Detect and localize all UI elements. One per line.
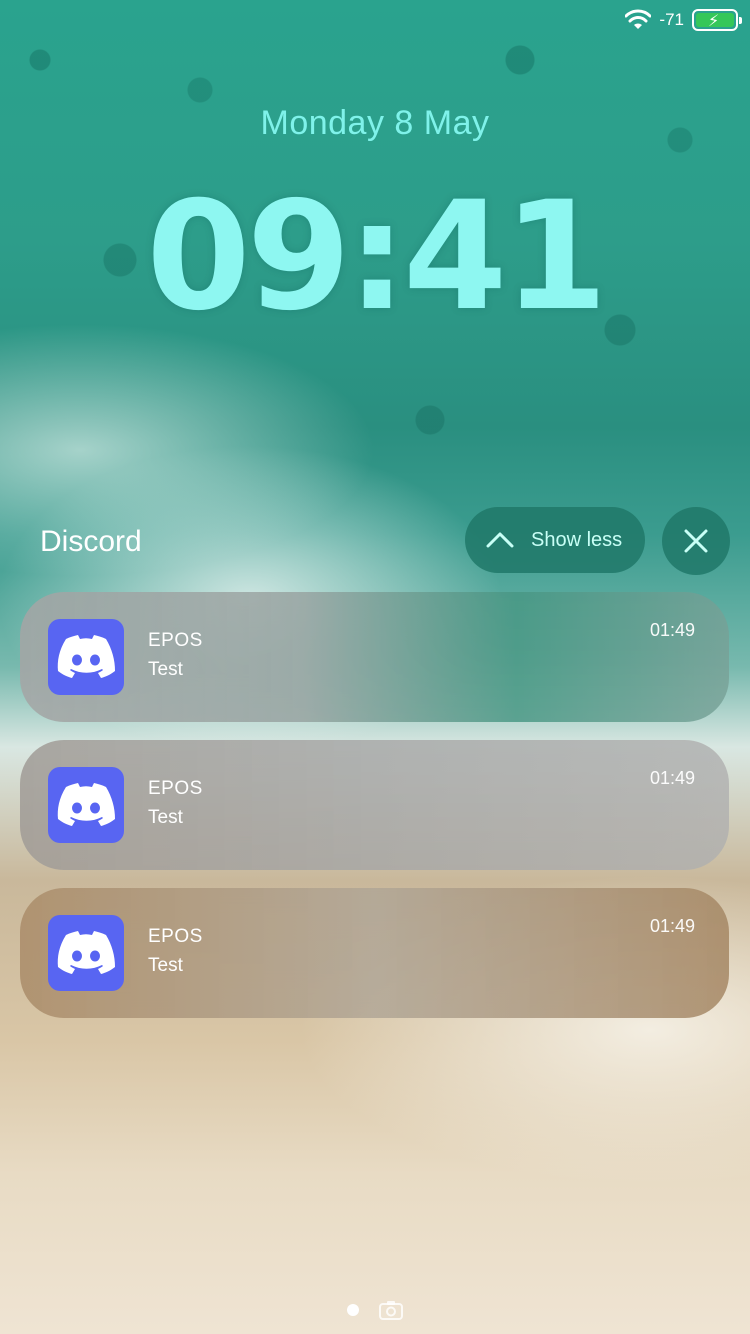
page-indicator <box>0 1300 750 1320</box>
chevron-up-icon <box>486 532 514 548</box>
notification-card[interactable]: EPOS Test 01:49 <box>20 592 729 722</box>
camera-icon[interactable] <box>379 1300 403 1320</box>
show-less-button[interactable]: Show less <box>465 507 645 573</box>
notification-group-header: Discord Show less <box>0 505 750 575</box>
lockscreen-date: Monday 8 May <box>260 104 490 142</box>
notification-time: 01:49 <box>649 768 695 788</box>
page-dot-active[interactable] <box>347 1304 359 1316</box>
notification-body: Test <box>148 807 183 828</box>
discord-icon <box>48 619 124 695</box>
show-less-label: Show less <box>531 528 623 551</box>
group-app-name: Discord <box>40 525 142 558</box>
notification-body: Test <box>148 659 183 680</box>
notification-title: EPOS <box>148 630 203 651</box>
notification-card[interactable]: EPOS Test 01:49 <box>20 888 729 1018</box>
status-bar: -71 ⚡ <box>625 8 742 32</box>
lockscreen-clock: 09:41 <box>146 170 607 344</box>
notification-body: Test <box>148 955 183 976</box>
notification-time: 01:49 <box>649 916 695 936</box>
notification-title: EPOS <box>148 778 203 799</box>
signal-strength: -71 <box>659 10 684 29</box>
battery-icon: ⚡ <box>692 9 742 31</box>
clear-group-button[interactable] <box>662 507 730 575</box>
discord-icon <box>48 767 124 843</box>
notification-card[interactable]: EPOS Test 01:49 <box>20 740 729 870</box>
close-icon <box>684 529 708 553</box>
charging-bolt-icon: ⚡ <box>708 13 720 30</box>
discord-icon <box>48 915 124 991</box>
notification-time: 01:49 <box>649 620 695 640</box>
wifi-icon <box>625 9 652 29</box>
notification-title: EPOS <box>148 926 203 947</box>
